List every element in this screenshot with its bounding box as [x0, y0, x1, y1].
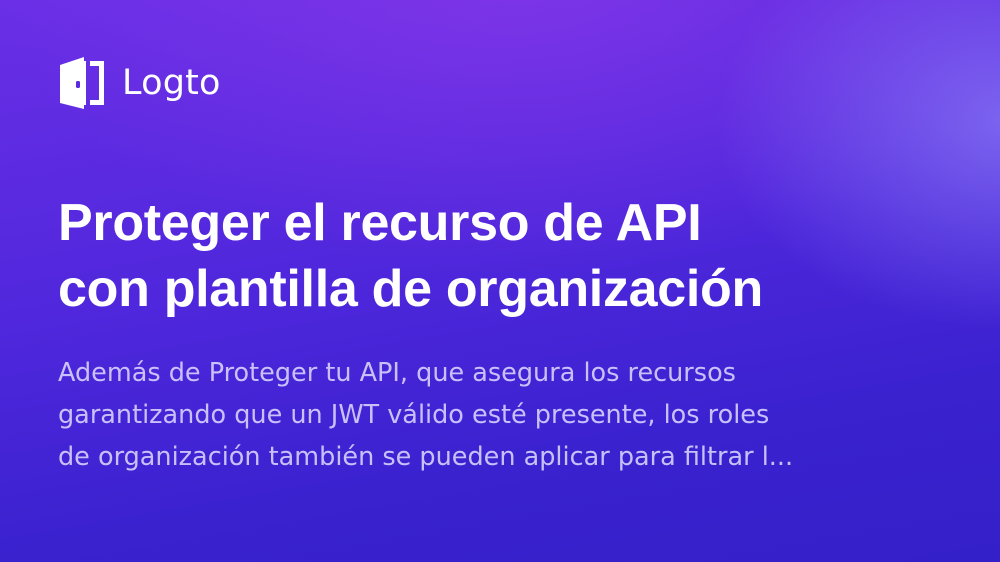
door-logo-icon	[60, 57, 104, 109]
brand-logo: Logto	[58, 55, 221, 111]
title-line: con plantilla de organización	[58, 260, 763, 318]
description-line: garantizando que un JWT válido esté pres…	[58, 400, 770, 430]
page-description: Además de Proteger tu API, que asegura l…	[58, 352, 958, 478]
page-title: Proteger el recurso de API con plantilla…	[58, 190, 978, 322]
description-line: Además de Proteger tu API, que asegura l…	[58, 358, 736, 388]
title-line: Proteger el recurso de API	[58, 194, 702, 252]
brand-name: Logto	[122, 63, 221, 103]
social-preview-card: Logto Proteger el recurso de API con pla…	[0, 0, 1000, 562]
description-line: de organización también se pueden aplica…	[58, 442, 794, 472]
